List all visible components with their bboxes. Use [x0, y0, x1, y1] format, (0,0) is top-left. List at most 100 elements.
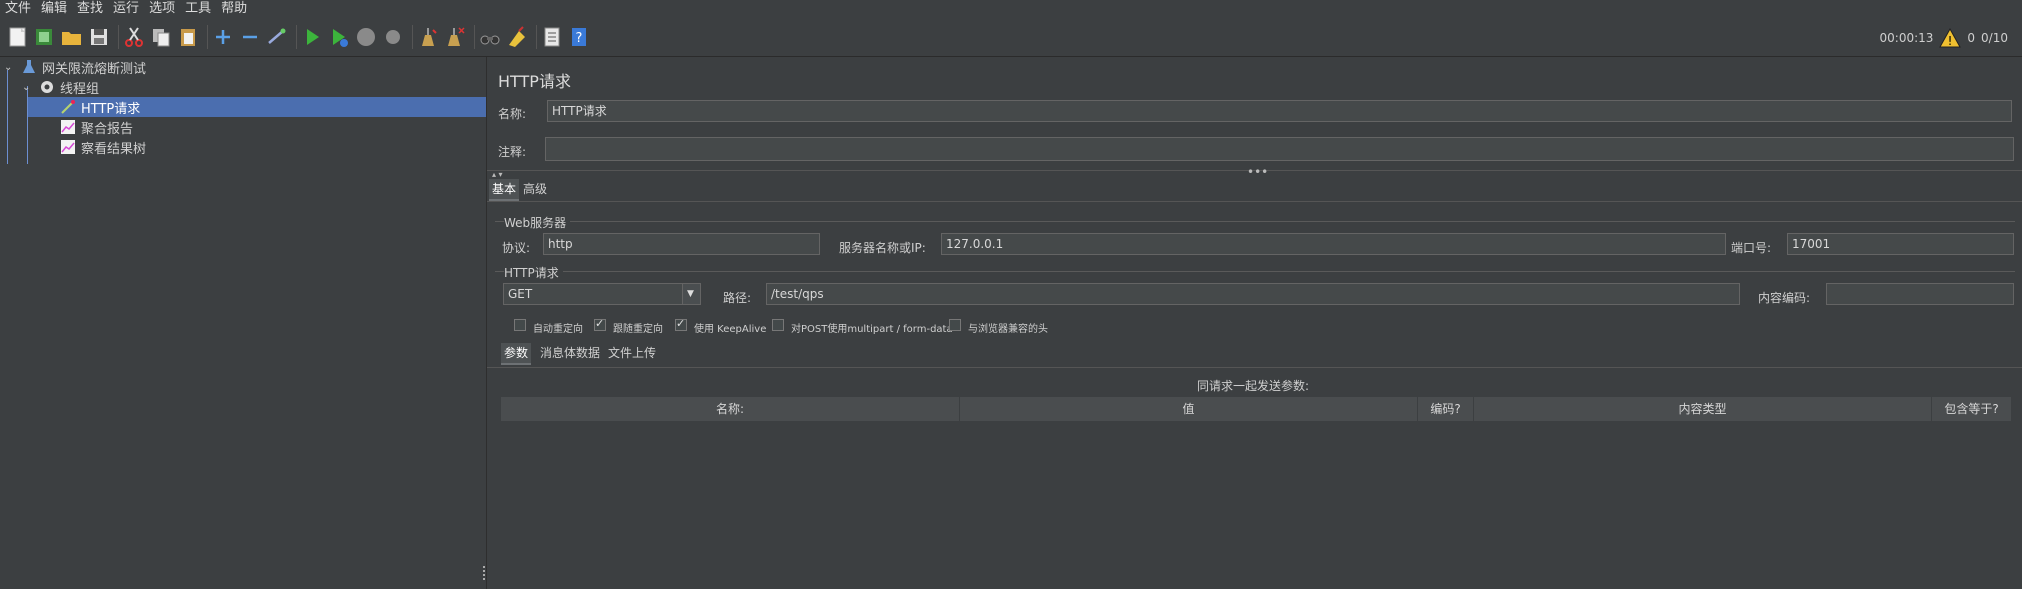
function-helper-icon[interactable]: [540, 25, 564, 49]
copy-icon[interactable]: [149, 25, 173, 49]
column-value[interactable]: 值: [960, 397, 1418, 421]
templates-icon[interactable]: [33, 25, 57, 49]
name-input[interactable]: HTTP请求: [547, 100, 2012, 122]
search-icon[interactable]: [478, 25, 502, 49]
checkbox-keepalive[interactable]: [675, 317, 687, 331]
gear-icon: [41, 81, 53, 93]
encoding-input[interactable]: [1826, 283, 2014, 305]
chart-icon: [61, 120, 75, 134]
test-plan-icon: [23, 60, 35, 73]
checkbox-follow-redirects[interactable]: [594, 317, 606, 331]
menu-bar: 文件 编辑 查找 运行 选项 工具 帮助: [0, 0, 2022, 18]
menu-edit[interactable]: 编辑: [36, 0, 72, 18]
divider[interactable]: ▴ ▾ •••: [487, 165, 2022, 179]
column-name[interactable]: 名称:: [501, 397, 960, 421]
sampler-icon: [61, 100, 75, 114]
tree-item-label: HTTP请求: [81, 101, 141, 117]
new-icon[interactable]: [6, 25, 30, 49]
tree-thread-group-label: 线程组: [60, 81, 100, 97]
menu-search[interactable]: 查找: [72, 0, 108, 18]
tree-item-http-request[interactable]: HTTP请求: [28, 97, 486, 117]
checkbox-label: 使用 KeepAlive: [694, 324, 767, 335]
tree-root-label: 网关限流熔断测试: [42, 61, 147, 77]
protocol-input[interactable]: http: [543, 233, 820, 255]
page-title: HTTP请求: [498, 72, 571, 91]
checkbox-browser-headers[interactable]: [949, 319, 961, 331]
paste-icon[interactable]: [176, 25, 200, 49]
reset-search-icon[interactable]: [505, 25, 529, 49]
chevron-down-icon[interactable]: ▼: [682, 284, 700, 304]
start-no-pause-icon[interactable]: [327, 25, 351, 49]
chevron-down-icon[interactable]: ⌄: [4, 62, 16, 73]
tree-root[interactable]: ⌄ 网关限流熔断测试: [4, 57, 474, 77]
port-label: 端口号:: [1731, 241, 1772, 255]
elapsed-time: 00:00:13: [1879, 30, 1934, 45]
checkbox-label: 对POST使用multipart / form-data: [791, 324, 953, 335]
checkbox-multipart[interactable]: [772, 319, 784, 331]
expand-icon[interactable]: [211, 25, 235, 49]
tree-thread-group[interactable]: ⌄ 线程组: [22, 77, 474, 97]
method-select[interactable]: GET ▼: [503, 283, 701, 305]
test-plan-tree: ⌄ 网关限流熔断测试 ⌄ 线程组 HTTP请求 聚合报告 察看结果树: [0, 57, 487, 589]
warning-count: 0: [1967, 30, 1976, 45]
path-label: 路径:: [723, 291, 752, 305]
save-icon[interactable]: [87, 25, 111, 49]
name-label: 名称:: [498, 107, 527, 121]
tree-item-view-results-tree[interactable]: 察看结果树: [60, 137, 480, 157]
help-icon[interactable]: ?: [567, 25, 591, 49]
method-value: GET: [508, 287, 533, 301]
arrow-up-down-icon[interactable]: ▴ ▾: [492, 170, 503, 179]
tab-body-data[interactable]: 消息体数据: [537, 343, 603, 363]
clear-all-icon[interactable]: [443, 25, 467, 49]
params-caption: 同请求一起发送参数:: [1197, 379, 1310, 393]
menu-file[interactable]: 文件: [0, 0, 36, 18]
svg-text:!: !: [1948, 34, 1953, 48]
toggle-icon[interactable]: [265, 25, 289, 49]
column-include-equals[interactable]: 包含等于?: [1932, 397, 2011, 421]
protocol-label: 协议:: [502, 241, 531, 255]
menu-tools[interactable]: 工具: [180, 0, 216, 18]
status-area: 00:00:13 ! 0 0/10: [1879, 19, 2008, 56]
tree-item-label: 聚合报告: [81, 121, 134, 137]
collapse-icon[interactable]: [238, 25, 262, 49]
checkbox-label: 与浏览器兼容的头: [968, 324, 1048, 335]
open-icon[interactable]: [60, 25, 84, 49]
menu-run[interactable]: 运行: [108, 0, 144, 18]
stop-icon[interactable]: [354, 25, 378, 49]
tree-item-label: 察看结果树: [81, 141, 147, 157]
http-request-title: HTTP请求: [504, 264, 563, 281]
params-table-header: 名称: 值 编码? 内容类型 包含等于?: [501, 397, 2011, 421]
start-icon[interactable]: [300, 25, 324, 49]
tab-basic[interactable]: 基本: [489, 179, 520, 201]
drag-handle-icon[interactable]: •••: [1247, 165, 1268, 179]
menu-help[interactable]: 帮助: [216, 0, 252, 18]
column-encode[interactable]: 编码?: [1418, 397, 1474, 421]
checkbox-label: 跟随重定向: [613, 324, 663, 335]
comment-label: 注释:: [498, 145, 527, 159]
column-content-type[interactable]: 内容类型: [1474, 397, 1932, 421]
clear-icon[interactable]: [416, 25, 440, 49]
encoding-label: 内容编码:: [1758, 291, 1811, 305]
tab-parameters[interactable]: 参数: [501, 343, 532, 365]
tab-advanced[interactable]: 高级: [520, 179, 550, 199]
tab-file-upload[interactable]: 文件上传: [605, 343, 659, 363]
port-input[interactable]: 17001: [1787, 233, 2014, 255]
shutdown-icon[interactable]: [381, 25, 405, 49]
checkbox-auto-redirect[interactable]: [514, 319, 526, 331]
tree-item-aggregate-report[interactable]: 聚合报告: [60, 117, 480, 137]
web-server-title: Web服务器: [504, 214, 571, 231]
http-request-panel: HTTP请求 名称: HTTP请求 注释: ▴ ▾ ••• 基本 高级 Web服…: [487, 57, 2022, 589]
svg-text:?: ?: [576, 31, 583, 46]
server-label: 服务器名称或IP:: [839, 241, 926, 255]
server-input[interactable]: 127.0.0.1: [941, 233, 1726, 255]
warning-icon[interactable]: !: [1939, 27, 1962, 48]
checkbox-label: 自动重定向: [533, 324, 583, 335]
toolbar: ?: [0, 19, 2022, 57]
comment-input[interactable]: [545, 137, 2014, 161]
menu-options[interactable]: 选项: [144, 0, 180, 18]
chevron-down-icon[interactable]: ⌄: [22, 82, 34, 93]
cut-icon[interactable]: [122, 25, 146, 49]
path-input[interactable]: /test/qps: [766, 283, 1740, 305]
chart-icon: [61, 140, 75, 154]
thread-count: 0/10: [1981, 30, 2008, 45]
